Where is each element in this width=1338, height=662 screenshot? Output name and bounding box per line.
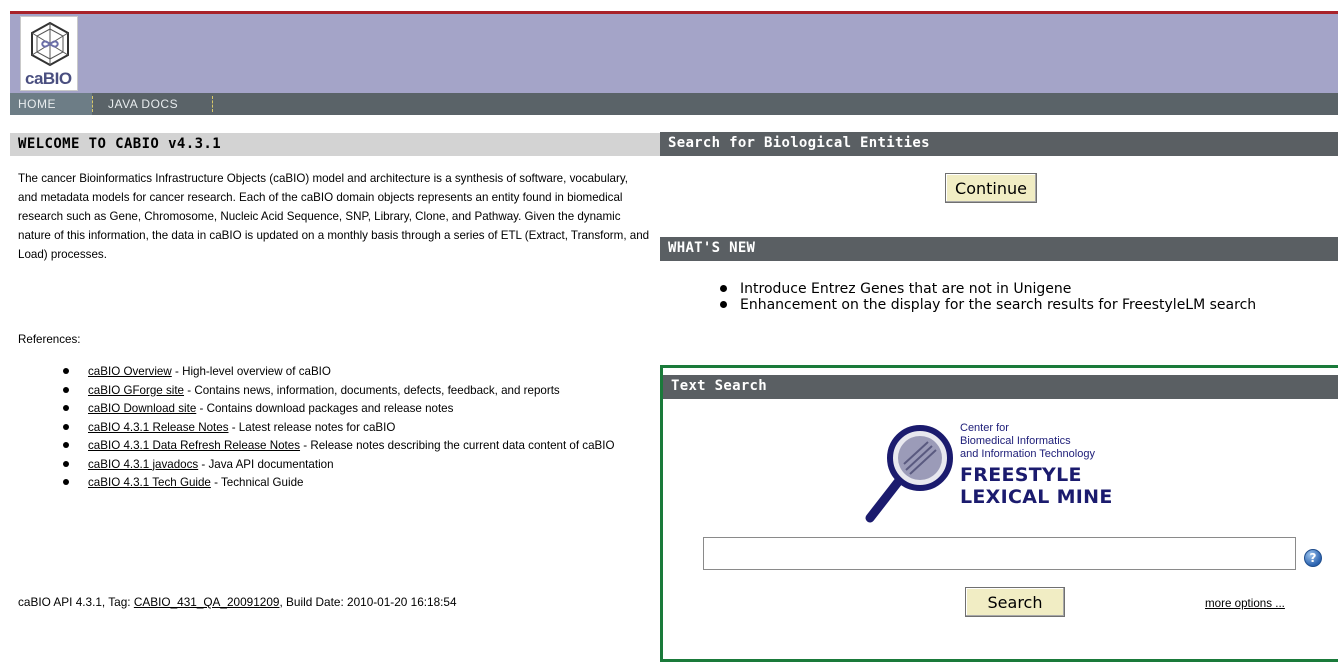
list-item: caBIO 4.3.1 Tech Guide - Technical Guide <box>60 474 650 493</box>
more-options-link[interactable]: more options ... <box>1205 597 1285 610</box>
text-search-panel: Text Search Center for Biomedical Inform… <box>660 365 1338 662</box>
search-button[interactable]: Search <box>965 587 1065 617</box>
reference-description: - Java API documentation <box>198 457 334 471</box>
link-data-refresh-release-notes[interactable]: caBIO 4.3.1 Data Refresh Release Notes <box>88 439 300 452</box>
help-icon[interactable]: ? <box>1304 549 1322 567</box>
logo-line-lexical-mine: LEXICAL MINE <box>960 486 1113 508</box>
link-cabio-overview[interactable]: caBIO Overview <box>88 365 172 378</box>
list-item: Enhancement on the display for the searc… <box>720 297 1330 313</box>
header-banner <box>0 14 1338 93</box>
right-panel: Search for Biological Entities Continue … <box>660 115 1338 662</box>
welcome-title: WELCOME TO CABIO v4.3.1 <box>18 136 222 152</box>
logo-line-biomedical: Biomedical Informatics <box>960 435 1071 447</box>
search-entities-title: Search for Biological Entities <box>668 135 930 151</box>
list-item: caBIO GForge site - Contains news, infor… <box>60 382 650 401</box>
search-entities-header: Search for Biological Entities <box>660 132 1338 156</box>
logo-line-information: and Information Technology <box>960 448 1095 460</box>
logo-text: caBIO <box>25 69 72 88</box>
list-item: caBIO Download site - Contains download … <box>60 400 650 419</box>
continue-button[interactable]: Continue <box>945 173 1037 203</box>
reference-description: - Latest release notes for caBIO <box>228 420 396 434</box>
list-item: caBIO 4.3.1 Release Notes - Latest relea… <box>60 419 650 438</box>
text-search-header: Text Search <box>663 375 1338 399</box>
list-item: Introduce Entrez Genes that are not in U… <box>720 281 1330 297</box>
api-build-info: caBIO API 4.3.1, Tag: CABIO_431_QA_20091… <box>18 595 457 609</box>
reference-description: - Technical Guide <box>210 476 304 489</box>
cabio-logo-icon <box>31 21 69 67</box>
references-list: caBIO Overview - High-level overview of … <box>60 363 650 493</box>
reference-description: - Release notes describing the current d… <box>300 439 615 452</box>
link-cabio-download-site[interactable]: caBIO Download site <box>88 402 196 415</box>
reference-description: - High-level overview of caBIO <box>171 365 331 378</box>
top-rule <box>0 0 1338 14</box>
magnifier-icon <box>865 425 953 523</box>
reference-description: - Contains download packages and release… <box>196 402 454 415</box>
references-label: References: <box>18 333 81 346</box>
text-search-title: Text Search <box>671 378 768 394</box>
nav-divider <box>212 96 213 112</box>
text-search-input[interactable] <box>703 537 1296 570</box>
link-tech-guide[interactable]: caBIO 4.3.1 Tech Guide <box>88 476 211 489</box>
api-tag-link[interactable]: CABIO_431_QA_20091209 <box>134 595 280 609</box>
welcome-panel: WELCOME TO CABIO v4.3.1 The cancer Bioin… <box>10 115 660 662</box>
list-item: caBIO 4.3.1 javadocs - Java API document… <box>60 456 650 475</box>
cabio-logo[interactable]: caBIO <box>20 16 78 91</box>
main-nav: HOME JAVA DOCS <box>10 93 1338 115</box>
link-cabio-gforge-site[interactable]: caBIO GForge site <box>88 384 184 397</box>
logo-line-center: Center for <box>960 422 1009 434</box>
whats-new-list: Introduce Entrez Genes that are not in U… <box>720 281 1330 313</box>
api-build-date: , Build Date: 2010-01-20 16:18:54 <box>279 595 457 609</box>
list-item: caBIO Overview - High-level overview of … <box>60 363 650 382</box>
tab-home[interactable]: HOME <box>10 93 92 115</box>
link-javadocs[interactable]: caBIO 4.3.1 javadocs <box>88 458 198 471</box>
api-prefix: caBIO API 4.3.1, Tag: <box>18 595 134 609</box>
tab-java-docs[interactable]: JAVA DOCS <box>100 93 212 115</box>
freestyle-lexical-mine-logo: Center for Biomedical Informatics and In… <box>860 418 1152 529</box>
whats-new-header: WHAT'S NEW <box>660 237 1338 261</box>
reference-description: - Contains news, information, documents,… <box>184 383 560 397</box>
list-item: caBIO 4.3.1 Data Refresh Release Notes -… <box>60 437 650 456</box>
logo-line-freestyle: FREESTYLE <box>960 464 1082 486</box>
whats-new-title: WHAT'S NEW <box>668 240 756 256</box>
link-release-notes[interactable]: caBIO 4.3.1 Release Notes <box>88 421 229 434</box>
nav-divider <box>92 96 93 112</box>
welcome-header: WELCOME TO CABIO v4.3.1 <box>10 132 660 156</box>
welcome-paragraph: The cancer Bioinformatics Infrastructure… <box>18 172 650 261</box>
